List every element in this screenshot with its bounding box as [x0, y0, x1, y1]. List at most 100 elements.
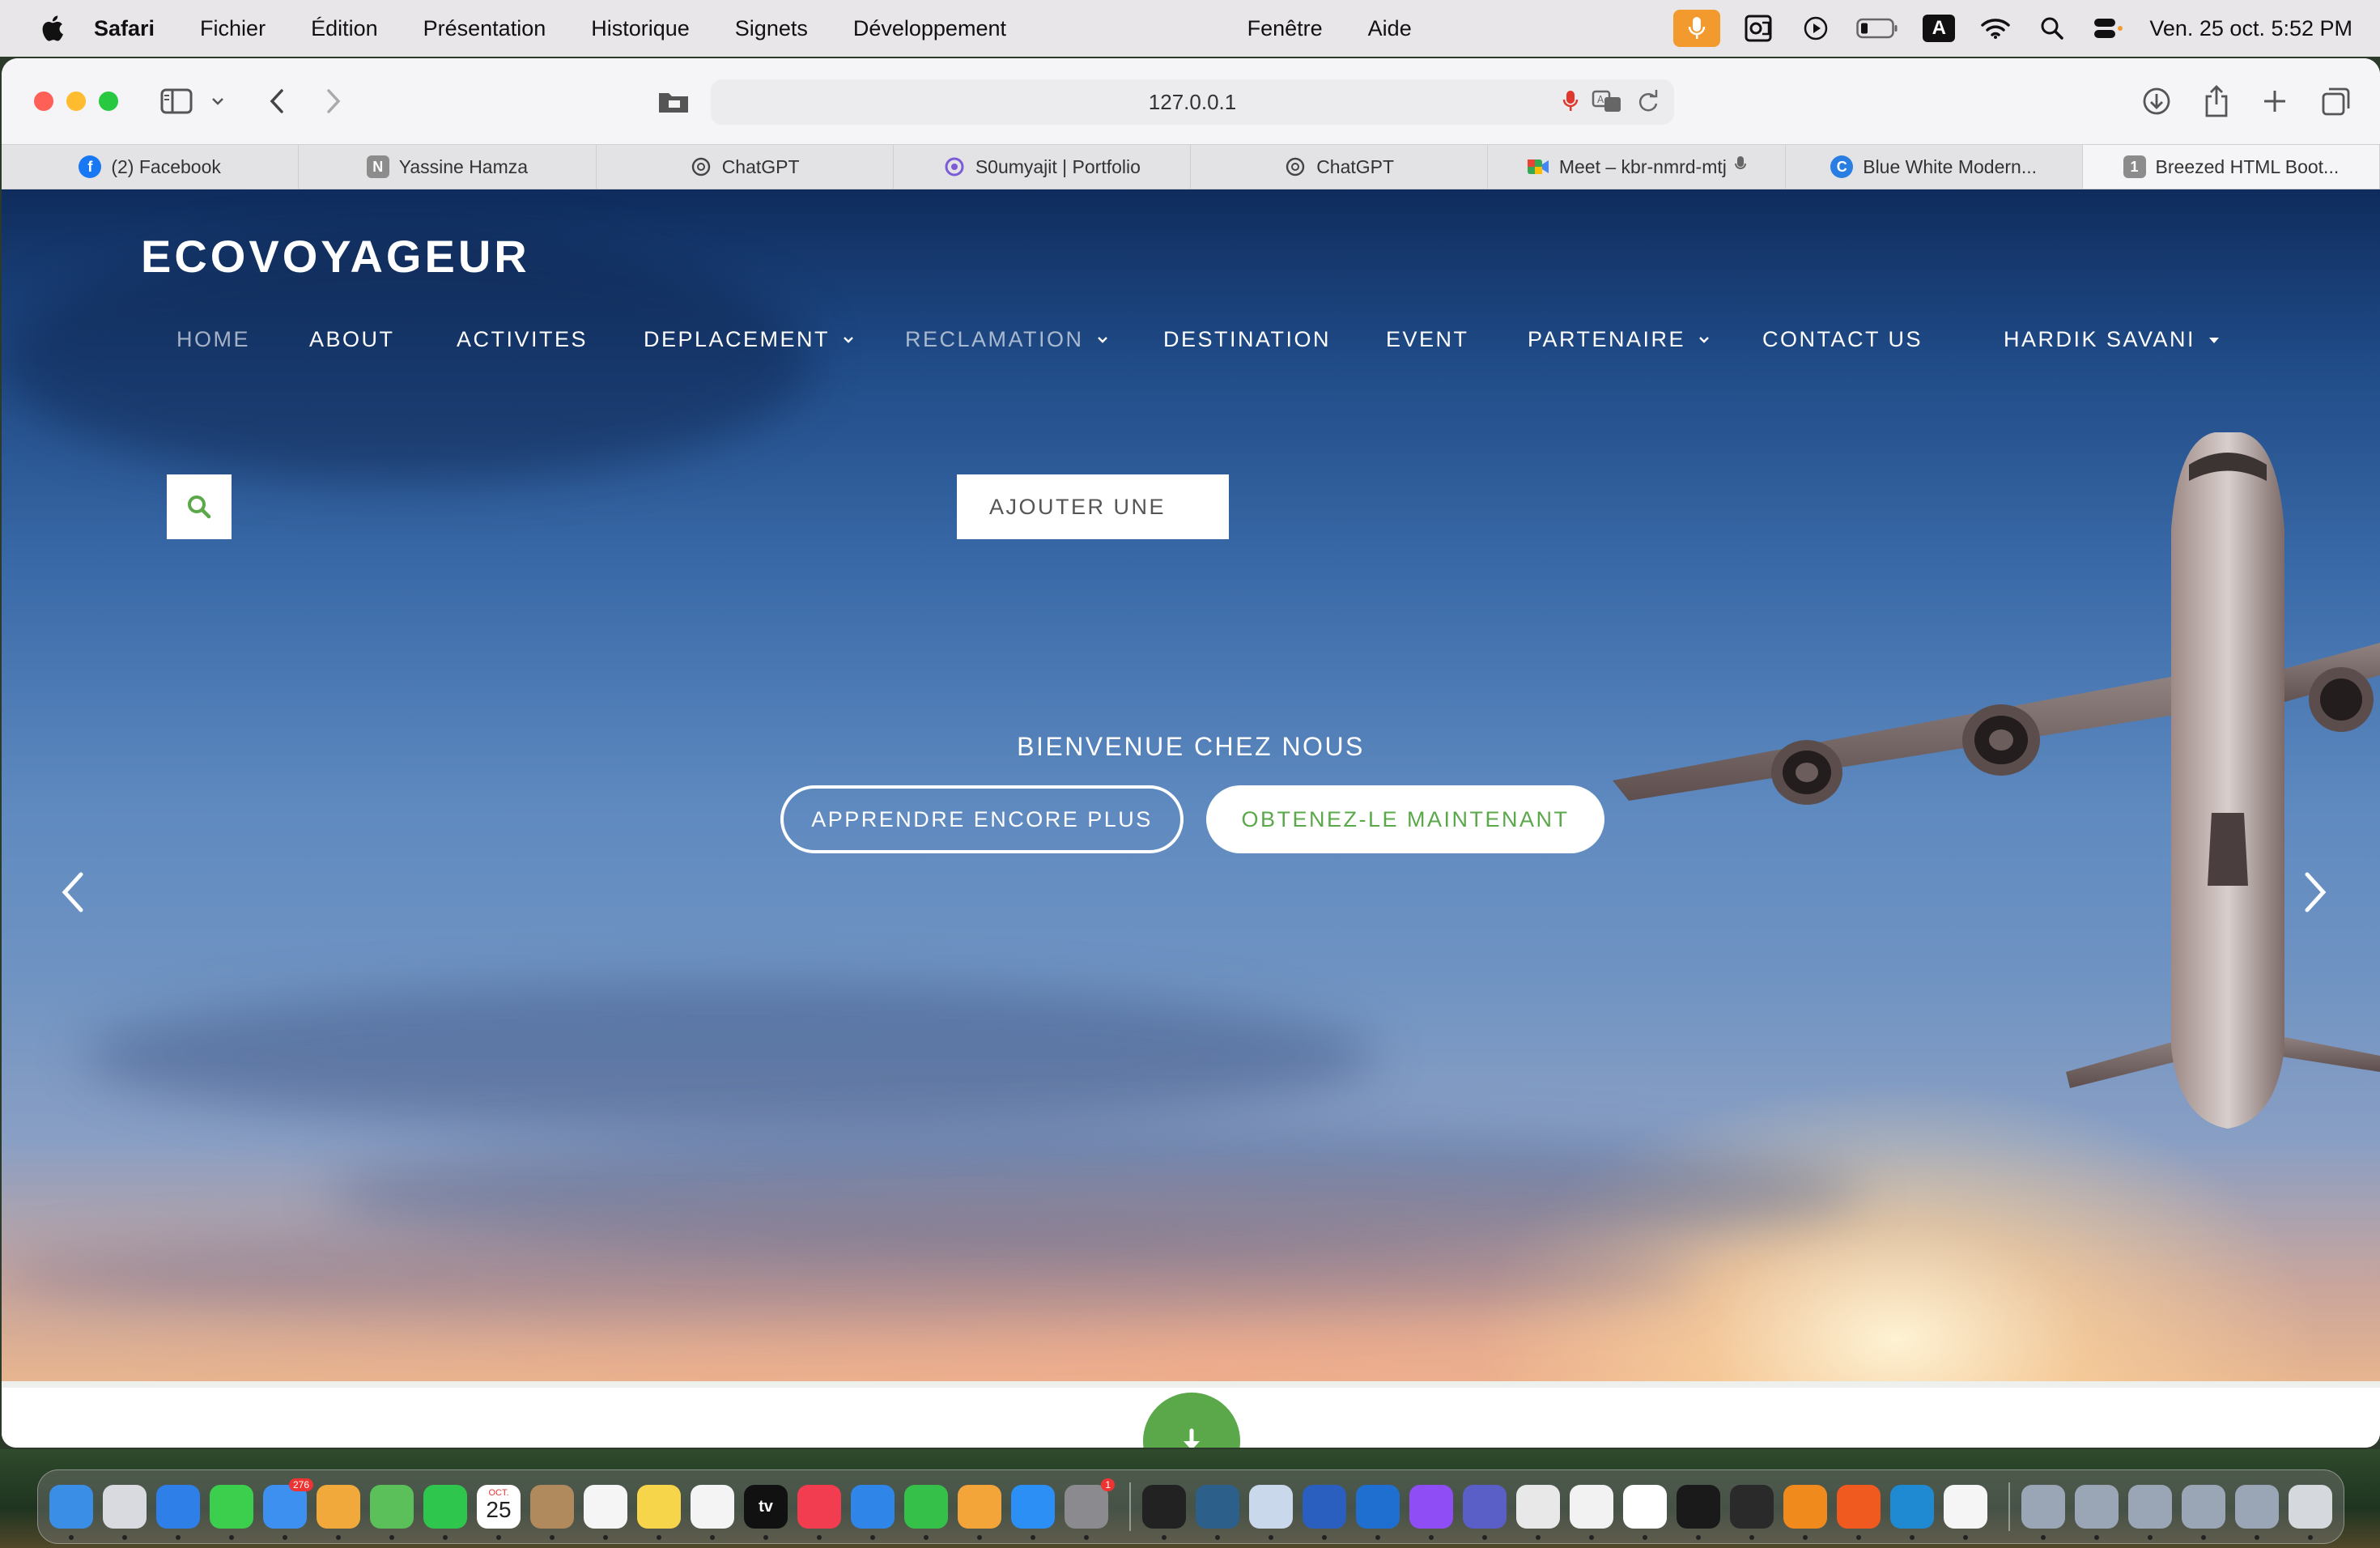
reminders-icon[interactable]: [584, 1485, 627, 1540]
tab-breezed[interactable]: 1 Breezed HTML Boot...: [2082, 145, 2380, 189]
tab-group-icon[interactable]: [656, 83, 691, 119]
spotlight-icon[interactable]: [2034, 12, 2070, 45]
menu-historique[interactable]: Historique: [591, 16, 690, 41]
search-button[interactable]: [167, 474, 232, 539]
teams-icon[interactable]: [1463, 1485, 1507, 1540]
tab-facebook[interactable]: f (2) Facebook: [2, 145, 300, 189]
messenger-icon[interactable]: [1409, 1485, 1453, 1540]
nav-activites[interactable]: ACTIVITES: [457, 327, 588, 352]
mysql-workbench-icon[interactable]: [1196, 1485, 1239, 1540]
calendar-icon[interactable]: OCT. 25: [477, 1485, 521, 1540]
terminal-icon[interactable]: [1142, 1485, 1186, 1540]
photos-icon[interactable]: [317, 1485, 360, 1540]
music-icon[interactable]: [797, 1485, 841, 1540]
maps-icon[interactable]: [370, 1485, 414, 1540]
nav-user-menu[interactable]: HARDIK SAVANI: [2004, 327, 2220, 352]
battery-icon[interactable]: [1855, 12, 1900, 45]
mongodb-icon[interactable]: [1570, 1485, 1613, 1540]
nav-deplacement[interactable]: DEPLACEMENT: [644, 327, 854, 352]
menu-fichier[interactable]: Fichier: [200, 16, 266, 41]
tab-chatgpt-1[interactable]: ChatGPT: [597, 145, 894, 189]
system-settings-icon[interactable]: 1: [1065, 1478, 1115, 1540]
numbers-icon[interactable]: [904, 1485, 948, 1540]
word-icon[interactable]: [1303, 1485, 1346, 1540]
safari-icon[interactable]: [156, 1485, 200, 1540]
tab-yassine-hamza[interactable]: N Yassine Hamza: [299, 145, 597, 189]
menu-presentation[interactable]: Présentation: [423, 16, 546, 41]
new-tab-icon[interactable]: [2257, 83, 2293, 119]
menu-app-name[interactable]: Safari: [94, 16, 155, 41]
close-window-button[interactable]: [34, 91, 53, 111]
messages-icon[interactable]: [210, 1485, 253, 1540]
window-2-icon[interactable]: [2075, 1485, 2119, 1540]
firefox-icon[interactable]: [1837, 1485, 1881, 1540]
facetime-icon[interactable]: [423, 1485, 467, 1540]
forward-icon[interactable]: [316, 83, 351, 119]
zoom-window-button[interactable]: [99, 91, 118, 111]
outlook-icon[interactable]: [1356, 1485, 1400, 1540]
outlook-icon[interactable]: [1741, 12, 1777, 45]
freeform-icon[interactable]: [691, 1485, 734, 1540]
tab-canva[interactable]: C Blue White Modern...: [1786, 145, 2083, 189]
carousel-next-icon[interactable]: [2299, 870, 2331, 915]
play-icon[interactable]: [1798, 12, 1834, 45]
slack-icon[interactable]: [1623, 1485, 1667, 1540]
apple-tv-icon[interactable]: tv: [744, 1485, 788, 1540]
window-4-icon[interactable]: [2182, 1485, 2225, 1540]
back-icon[interactable]: [259, 83, 295, 119]
nav-contact-us[interactable]: CONTACT US: [1762, 327, 1923, 352]
tab-chatgpt-2[interactable]: ChatGPT: [1191, 145, 1489, 189]
get-it-now-button[interactable]: OBTENEZ-LE MAINTENANT: [1206, 785, 1604, 853]
nav-home[interactable]: HOME: [176, 327, 250, 352]
nav-reclamation[interactable]: RECLAMATION: [905, 327, 1108, 352]
carousel-prev-icon[interactable]: [57, 870, 89, 915]
document-icon[interactable]: [1944, 1485, 1987, 1540]
trash-icon[interactable]: [2289, 1485, 2332, 1540]
nav-partenaire[interactable]: PARTENAIRE: [1528, 327, 1710, 352]
keynote-icon[interactable]: [851, 1485, 895, 1540]
launchpad-icon[interactable]: [103, 1485, 147, 1540]
finder-icon[interactable]: [49, 1485, 93, 1540]
nav-destination[interactable]: DESTINATION: [1163, 327, 1331, 352]
contacts-icon[interactable]: [530, 1485, 574, 1540]
activity-monitor-icon[interactable]: [1677, 1485, 1720, 1540]
menu-fenetre[interactable]: Fenêtre: [1247, 16, 1323, 41]
downloads-icon[interactable]: [2139, 83, 2174, 119]
address-bar[interactable]: 127.0.0.1 A: [711, 79, 1674, 125]
tab-meet[interactable]: Meet – kbr-nmrd-mtj: [1488, 145, 1786, 189]
window-3-icon[interactable]: [2128, 1485, 2172, 1540]
tableplus-icon[interactable]: [1516, 1485, 1560, 1540]
menu-developpement[interactable]: Développement: [853, 16, 1006, 41]
microphone-icon[interactable]: [1673, 10, 1721, 47]
menu-aide[interactable]: Aide: [1368, 16, 1412, 41]
notes-icon[interactable]: [637, 1485, 681, 1540]
app-store-icon[interactable]: [1011, 1485, 1055, 1540]
window-5-icon[interactable]: [2235, 1485, 2279, 1540]
control-center-icon[interactable]: [2091, 12, 2127, 45]
menu-clock[interactable]: Ven. 25 oct. 5:52 PM: [2149, 16, 2352, 41]
sidebar-menu-chevron-icon[interactable]: [206, 83, 230, 119]
sidebar-toggle-icon[interactable]: [159, 83, 194, 119]
reload-icon[interactable]: [1637, 89, 1660, 119]
mail-icon[interactable]: 276: [263, 1478, 313, 1540]
input-source-icon[interactable]: A: [1921, 12, 1957, 45]
menu-signets[interactable]: Signets: [735, 16, 808, 41]
menu-edition[interactable]: Édition: [311, 16, 378, 41]
site-brand[interactable]: ECOVOYAGEUR: [141, 230, 530, 283]
preview-icon[interactable]: [1249, 1485, 1293, 1540]
nav-about[interactable]: ABOUT: [309, 327, 395, 352]
microphone-icon[interactable]: [1562, 89, 1579, 119]
share-icon[interactable]: [2199, 83, 2234, 119]
tab-portfolio[interactable]: S0umyajit | Portfolio: [894, 145, 1191, 189]
minimize-window-button[interactable]: [66, 91, 86, 111]
window-1-icon[interactable]: [2021, 1485, 2065, 1540]
nav-event[interactable]: EVENT: [1386, 327, 1469, 352]
translate-icon[interactable]: A: [1592, 89, 1624, 119]
learn-more-button[interactable]: APPRENDRE ENCORE PLUS: [780, 785, 1184, 853]
vscode-icon[interactable]: [1890, 1485, 1934, 1540]
pages-icon[interactable]: [958, 1485, 1001, 1540]
wifi-icon[interactable]: [1978, 12, 2013, 45]
vlc-icon[interactable]: [1783, 1485, 1827, 1540]
console-icon[interactable]: [1730, 1485, 1774, 1540]
apple-menu-icon[interactable]: [37, 14, 66, 43]
